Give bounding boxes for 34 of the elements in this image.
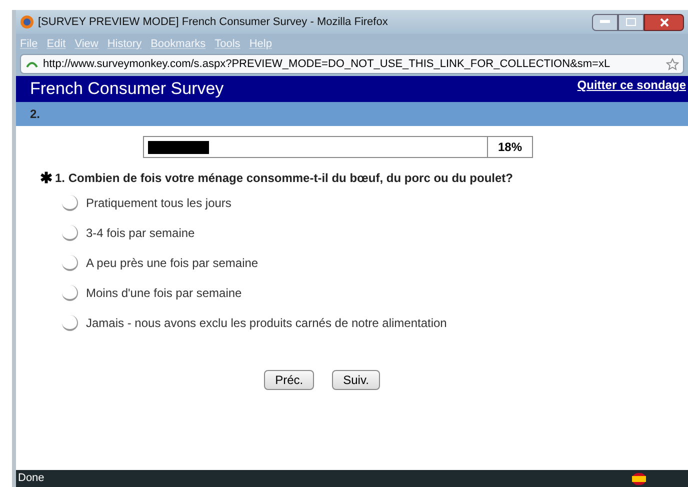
reload-icon [25,59,39,69]
maximize-button[interactable] [618,14,644,30]
minimize-button[interactable] [592,14,618,30]
maximize-icon [626,18,636,26]
progress-percent: 18% [488,136,533,158]
address-text: http://www.surveymonkey.com/s.aspx?PREVIEW_MODE=DO_NOT_USE_THIS_LINK_FOR_COLLECTION&sm=xL [43,56,612,72]
exit-link[interactable]: Quitter ce sondage [577,76,686,94]
status-text: Done [18,471,44,486]
question-text: 1. Combien de fois votre ménage consomme-t-il du bœuf, du porc ou du poulet? [55,170,514,187]
globe-icon [20,15,34,29]
option-label: Moins d'une fois par semaine [86,285,242,302]
flag-icon [632,472,646,484]
close-icon [660,18,668,26]
minimize-icon [600,20,610,24]
menu-item[interactable]: History [107,36,142,52]
page-number: 2. [30,106,40,123]
required-mark: ✱ [40,170,53,186]
window-title: [SURVEY PREVIEW MODE] French Consumer Survey - Mozilla Firefox [38,14,388,30]
option-label: 3-4 fois par semaine [86,225,195,242]
star-icon[interactable] [666,58,679,70]
menu-item[interactable]: Edit [46,36,66,52]
option-label: Jamais - nous avons exclu les produits carnés de notre alimentation [86,315,447,332]
nav-button[interactable]: Préc. [264,370,314,390]
menu-item[interactable]: File [20,36,38,52]
menu-item[interactable]: View [74,36,98,52]
option-label: A peu près une fois par semaine [86,255,258,272]
survey-title: French Consumer Survey [30,78,224,100]
option-label: Pratiquement tous les jours [86,195,232,212]
address-field[interactable]: http://www.surveymonkey.com/s.aspx?PREVIEW_MODE=DO_NOT_USE_THIS_LINK_FOR_COLLECTION&sm=xL [20,54,684,74]
nav-button[interactable]: Suiv. [332,370,380,390]
close-button[interactable] [644,14,684,30]
menu-item[interactable]: Tools [214,36,240,52]
menu-item[interactable]: Help [249,36,272,52]
menu-item[interactable]: Bookmarks [150,36,206,52]
